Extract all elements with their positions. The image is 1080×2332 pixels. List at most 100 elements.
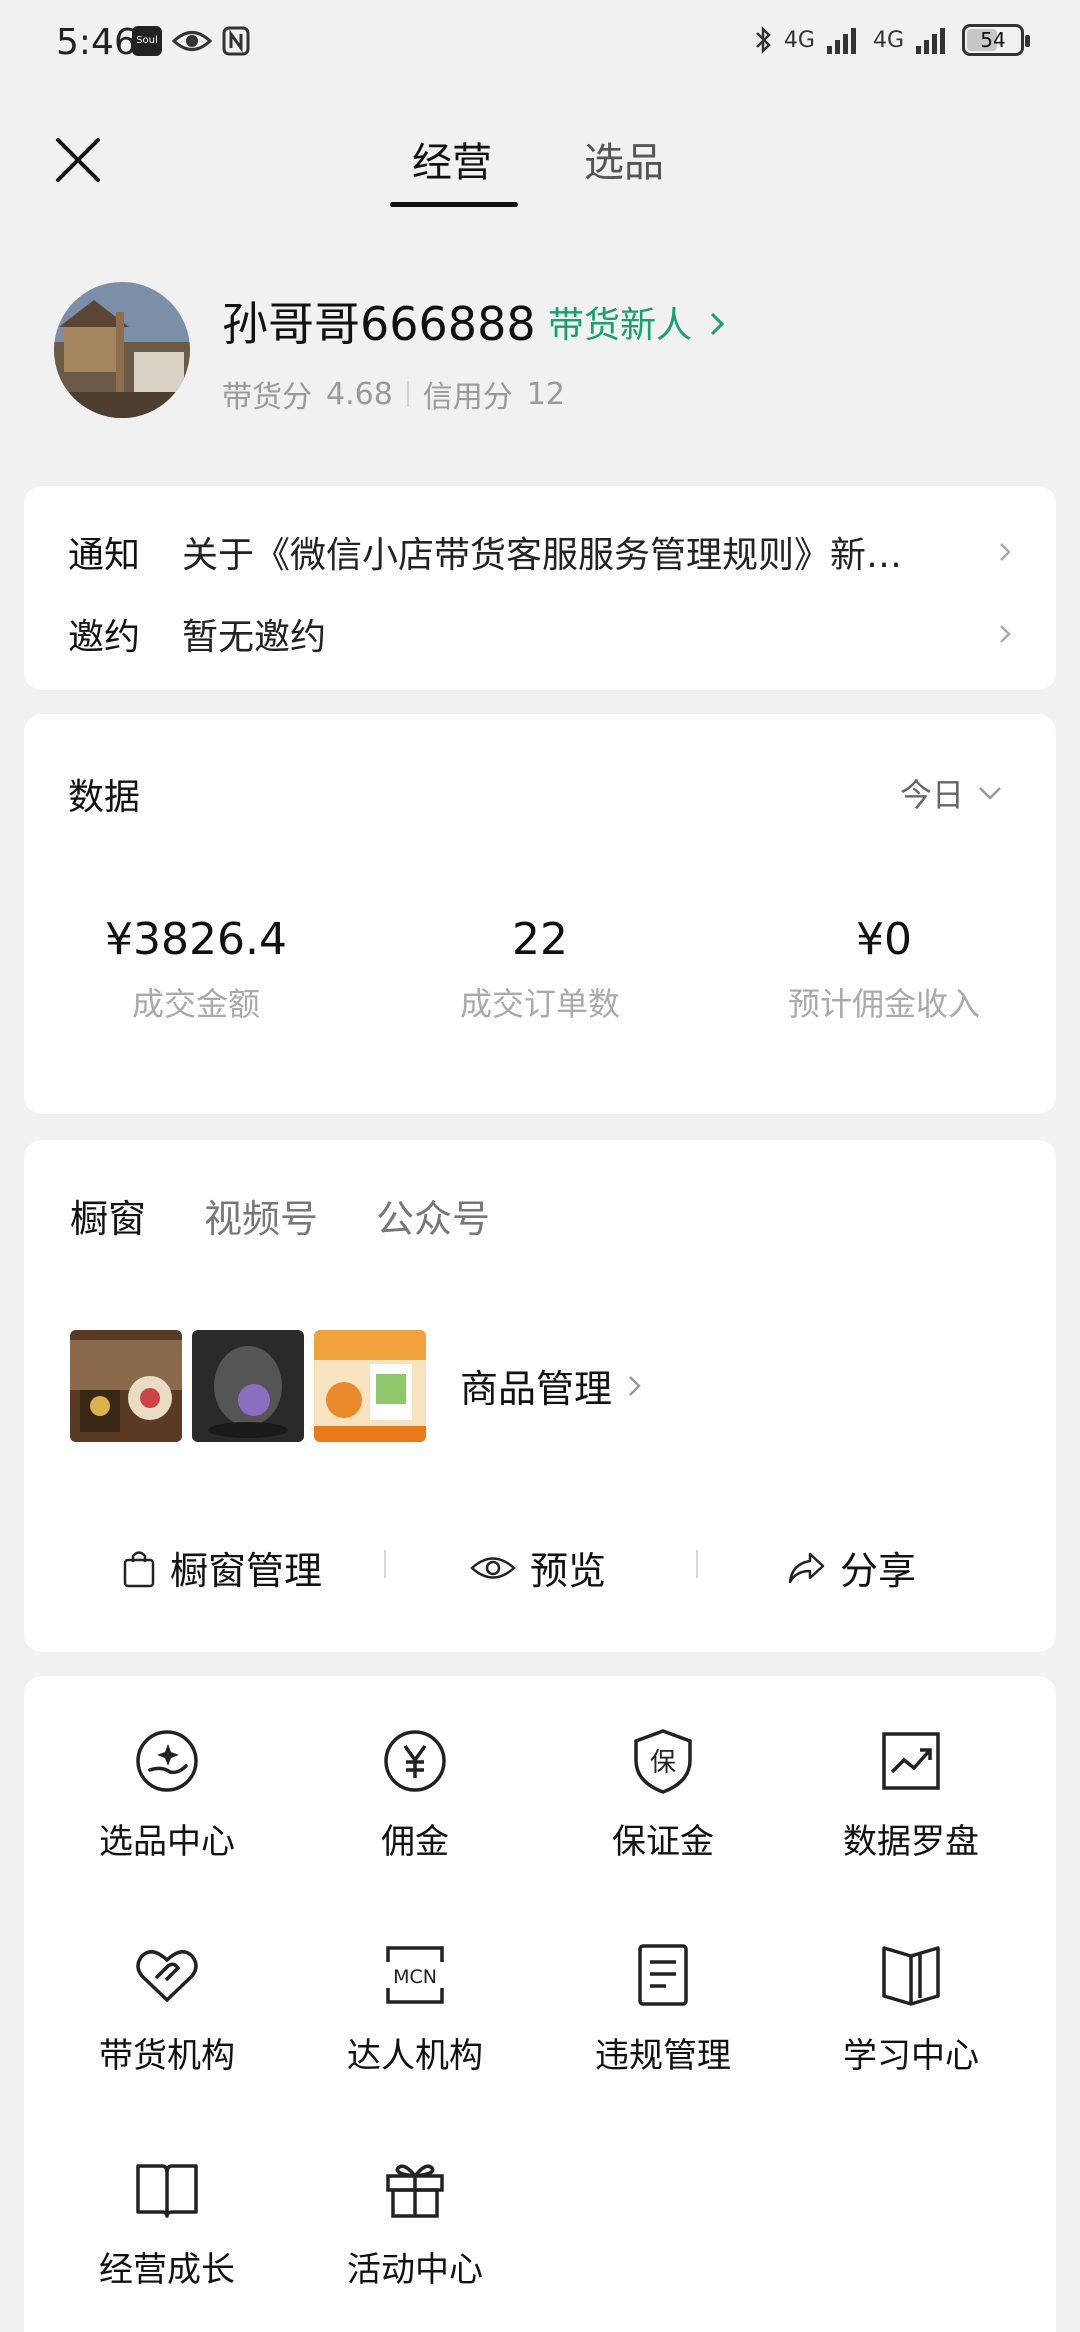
product-thumbnail[interactable] xyxy=(192,1330,304,1442)
grid-item-commission[interactable]: 佣金 xyxy=(290,1726,540,1863)
nfc-icon xyxy=(222,26,250,56)
tab-showcase[interactable]: 橱窗 xyxy=(70,1188,146,1243)
product-thumbnail[interactable] xyxy=(70,1330,182,1442)
grid-label: 带货机构 xyxy=(99,2036,235,2076)
signal-icon-2 xyxy=(916,28,945,54)
avatar[interactable] xyxy=(54,282,190,418)
grid-item-learning[interactable]: 学习中心 xyxy=(786,1940,1036,2077)
profile-name: 孙哥哥666888 xyxy=(222,297,536,351)
network-label-1: 4G xyxy=(783,27,815,53)
grid-label: 选品中心 xyxy=(99,1822,235,1862)
heart-handshake-icon xyxy=(136,1950,198,2003)
chevron-down-icon xyxy=(979,787,1001,800)
stat-label: 成交订单数 xyxy=(459,985,620,1023)
newcomer-badge-link[interactable]: 带货新人 xyxy=(548,296,725,348)
data-card: 数据 今日 ¥3826.4 成交金额 22 成交订单数 ¥0 预计佣金收入 xyxy=(24,714,1056,1114)
date-range-dropdown[interactable]: 今日 xyxy=(900,770,1002,816)
chevron-right-icon xyxy=(711,312,725,336)
hand-sparkle-icon xyxy=(136,1730,198,1792)
feature-grid-card: 选品中心 佣金 保 保证金 数据罗盘 带货机构 MCN 达人机构 违规管理 学习… xyxy=(24,1676,1056,2332)
action-divider xyxy=(384,1550,386,1578)
chevron-right-icon xyxy=(1000,543,1011,561)
grid-item-violation[interactable]: 违规管理 xyxy=(538,1940,788,2077)
document-icon xyxy=(638,1944,688,2006)
showcase-card: 橱窗 视频号 公众号 商品管理 橱窗管理 预览 分享 xyxy=(24,1140,1056,1652)
notice-row-invitation[interactable]: 邀约 暂无邀约 xyxy=(68,604,1016,664)
gift-icon xyxy=(386,2164,444,2218)
grid-label: 违规管理 xyxy=(595,2036,731,2076)
notice-text: 关于《微信小店带货客服服务管理规则》新… xyxy=(182,535,903,576)
stat-label: 预计佣金收入 xyxy=(787,985,980,1023)
stat-orders[interactable]: 22 成交订单数 xyxy=(368,914,712,1025)
grid-label: 达人机构 xyxy=(347,2036,483,2076)
showcase-management-label: 橱窗管理 xyxy=(170,1549,323,1593)
product-thumbnail[interactable] xyxy=(314,1330,426,1442)
grid-item-mcn[interactable]: MCN 达人机构 xyxy=(290,1940,540,2077)
eye-status-icon xyxy=(172,31,212,51)
mcn-icon: MCN xyxy=(386,1946,444,2004)
svg-text:保: 保 xyxy=(650,1748,676,1778)
grid-item-deposit[interactable]: 保 保证金 xyxy=(538,1726,788,1863)
grid-label: 学习中心 xyxy=(843,2036,979,2076)
grid-label: 佣金 xyxy=(381,1822,449,1862)
badge-label: 带货新人 xyxy=(548,305,693,346)
battery-icon: 54 xyxy=(962,24,1030,56)
grid-label: 经营成长 xyxy=(99,2250,235,2290)
sales-score-value: 4.68 xyxy=(326,376,393,412)
bluetooth-icon xyxy=(756,25,771,55)
active-tab-indicator xyxy=(390,202,518,207)
product-management-label: 商品管理 xyxy=(460,1367,613,1411)
action-divider xyxy=(696,1550,698,1578)
tab-product-selection[interactable]: 选品 xyxy=(584,130,664,188)
shield-bao-icon: 保 xyxy=(634,1729,692,1794)
status-time: 5:46 xyxy=(56,22,137,63)
grid-item-growth[interactable]: 经营成长 xyxy=(42,2154,292,2291)
grid-item-selection-center[interactable]: 选品中心 xyxy=(42,1726,292,1863)
preview-label: 预览 xyxy=(530,1549,607,1593)
showcase-management-button[interactable]: 橱窗管理 xyxy=(122,1540,322,1595)
profile-scores: 带货分 4.68 信用分 12 xyxy=(222,372,565,416)
close-icon[interactable] xyxy=(52,134,104,186)
share-icon xyxy=(788,1552,825,1583)
chevron-right-icon xyxy=(1000,625,1011,643)
share-button[interactable]: 分享 xyxy=(786,1540,916,1595)
stat-label: 成交金额 xyxy=(131,985,260,1023)
grid-item-data-compass[interactable]: 数据罗盘 xyxy=(786,1726,1036,1863)
tab-channels[interactable]: 视频号 xyxy=(204,1188,318,1243)
top-header: 经营 选品 xyxy=(0,110,1080,220)
yen-icon xyxy=(384,1730,446,1792)
battery-level: 54 xyxy=(980,28,1006,52)
soul-app-icon: Soul xyxy=(132,26,162,56)
invitation-label: 邀约 xyxy=(68,617,141,658)
grid-item-activity[interactable]: 活动中心 xyxy=(290,2154,540,2291)
notice-label: 通知 xyxy=(68,535,141,576)
sales-score-label: 带货分 xyxy=(222,380,312,415)
notice-card: 通知 关于《微信小店带货客服服务管理规则》新… 邀约 暂无邀约 xyxy=(24,486,1056,690)
stat-gmv[interactable]: ¥3826.4 成交金额 xyxy=(24,914,368,1025)
shopping-bag-icon xyxy=(123,1550,155,1587)
product-management-link[interactable]: 商品管理 xyxy=(460,1358,642,1413)
invitation-text: 暂无邀约 xyxy=(182,617,327,658)
share-label: 分享 xyxy=(840,1549,917,1593)
open-book-icon xyxy=(882,1946,940,2006)
status-bar: 5:46 Soul 4G 4G 54 xyxy=(0,0,1080,90)
trend-chart-icon xyxy=(882,1732,940,1790)
grid-item-sales-agency[interactable]: 带货机构 xyxy=(42,1940,292,2077)
grid-label: 保证金 xyxy=(612,1822,714,1862)
score-divider xyxy=(406,381,409,407)
preview-button[interactable]: 预览 xyxy=(470,1540,606,1595)
tab-operations[interactable]: 经营 xyxy=(412,130,492,188)
tab-official-account[interactable]: 公众号 xyxy=(376,1188,490,1243)
stat-value: ¥0 xyxy=(856,914,912,965)
data-title: 数据 xyxy=(68,777,141,818)
status-right-icons: 4G 4G 54 xyxy=(754,24,1030,56)
signal-icon-1 xyxy=(826,28,856,54)
book-icon xyxy=(136,2164,198,2218)
stat-commission[interactable]: ¥0 预计佣金收入 xyxy=(712,914,1056,1025)
notice-row-notification[interactable]: 通知 关于《微信小店带货客服服务管理规则》新… xyxy=(68,522,1016,582)
date-range-label: 今日 xyxy=(899,776,964,814)
stat-value: ¥3826.4 xyxy=(105,914,287,965)
grid-label: 数据罗盘 xyxy=(843,1822,979,1862)
network-label-2: 4G xyxy=(872,27,904,53)
credit-score-label: 信用分 xyxy=(422,380,513,415)
